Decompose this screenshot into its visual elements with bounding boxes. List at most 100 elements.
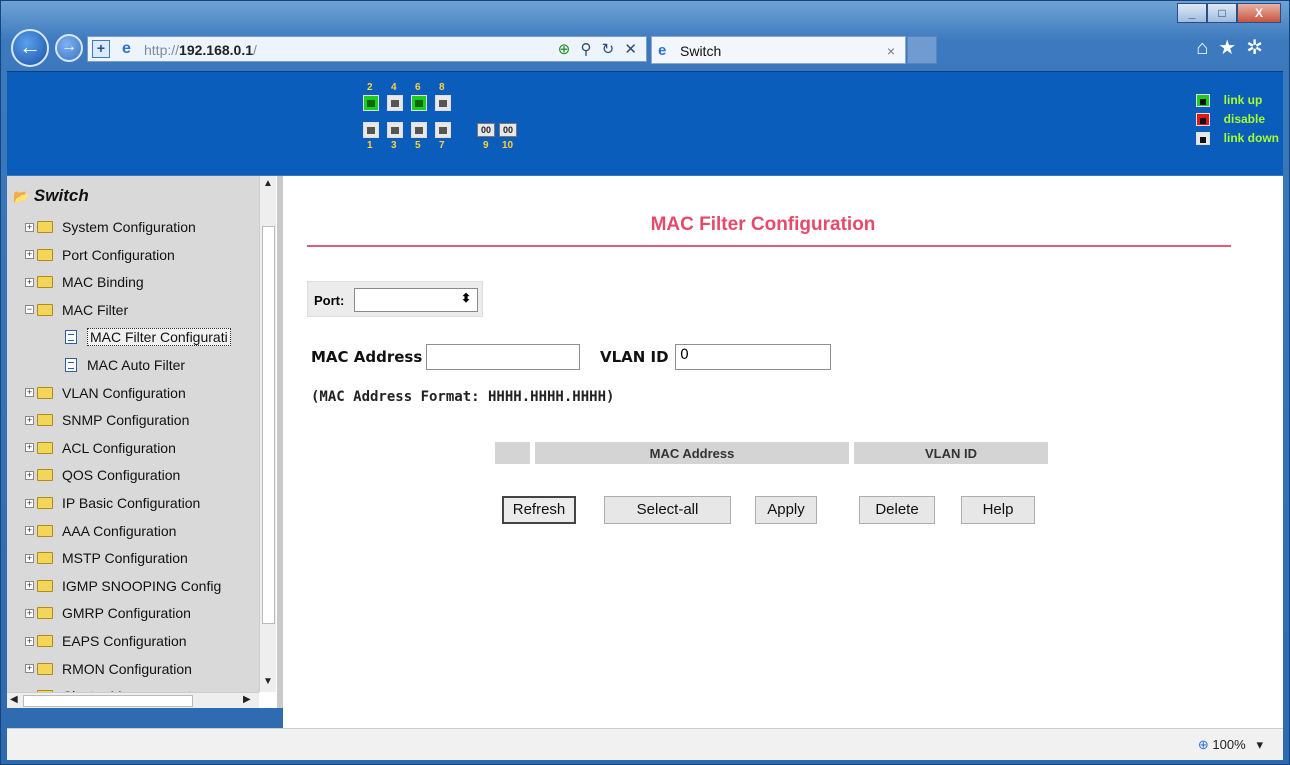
scroll-thumb[interactable] — [23, 695, 193, 707]
zoom-icon: ⊕ — [1197, 737, 1209, 752]
maximize-button[interactable]: □ — [1207, 3, 1237, 23]
expand-icon[interactable]: + — [25, 581, 34, 591]
expand-icon[interactable]: + — [25, 526, 34, 536]
scroll-right-icon[interactable]: ▶ — [243, 694, 251, 705]
vertical-scrollbar[interactable]: ▲ ▼ — [259, 176, 276, 692]
add-site-icon[interactable]: + — [92, 40, 110, 58]
expand-icon[interactable]: + — [25, 636, 34, 646]
ie-logo-icon: e — [122, 40, 131, 57]
tab-switch[interactable]: e Switch × — [651, 36, 906, 64]
port-number: 10 — [502, 140, 514, 151]
minimize-button[interactable]: _ — [1177, 3, 1207, 23]
address-bar[interactable]: + e http://192.168.0.1/ ⊕ ⚲ ↻ ✕ — [87, 36, 647, 62]
expand-icon[interactable]: + — [25, 415, 34, 425]
port-3-icon[interactable] — [387, 122, 403, 138]
search-icon[interactable]: ⚲ — [581, 41, 595, 58]
expand-icon[interactable]: + — [25, 498, 34, 508]
folder-open-icon — [37, 303, 53, 316]
expand-icon[interactable]: + — [25, 470, 34, 480]
zoom-control[interactable]: ⊕ 100% ▾ — [1198, 737, 1263, 753]
port-9-sfp-icon[interactable]: 00 — [477, 123, 495, 137]
scroll-down-icon[interactable]: ▼ — [263, 676, 273, 687]
port-7-icon[interactable] — [435, 122, 451, 138]
home-icon[interactable]: ⌂ — [1196, 37, 1218, 59]
folder-icon — [37, 441, 53, 454]
folder-icon — [37, 524, 53, 537]
favorites-star-icon[interactable]: ★ — [1218, 37, 1246, 59]
vlan-id-input[interactable]: 0 — [675, 344, 831, 370]
sidebar-item[interactable]: + RMON Configuration — [25, 658, 192, 680]
sidebar-item[interactable]: + GMRP Configuration — [25, 602, 191, 624]
scroll-thumb[interactable] — [262, 226, 275, 624]
expand-icon[interactable]: + — [25, 443, 34, 453]
scroll-left-icon[interactable]: ◀ — [10, 694, 18, 705]
sidebar: 📂 Switch + System Configuration + Port Conf… — [7, 176, 277, 708]
port-6-icon[interactable] — [411, 95, 427, 111]
new-tab-button[interactable] — [907, 36, 937, 64]
port-5-icon[interactable] — [411, 122, 427, 138]
expand-icon[interactable]: + — [25, 664, 34, 674]
port-number: 9 — [483, 140, 489, 151]
port-10-sfp-icon[interactable]: 00 — [499, 123, 517, 137]
sidebar-item[interactable]: + AAA Configuration — [25, 520, 176, 542]
expand-icon[interactable]: + — [25, 250, 34, 260]
sidebar-item-label: IP Basic Configuration — [62, 495, 201, 511]
sidebar-item[interactable]: + IGMP SNOOPING Config — [25, 575, 221, 597]
close-window-button[interactable]: X — [1237, 3, 1281, 23]
stop-icon[interactable]: ✕ — [624, 41, 640, 58]
select-column-header — [495, 442, 535, 464]
zoom-caret-icon[interactable]: ▾ — [1256, 737, 1263, 752]
expand-icon[interactable]: + — [25, 608, 34, 618]
sidebar-item[interactable]: + Port Configuration — [25, 244, 175, 266]
sidebar-item-label: GMRP Configuration — [62, 605, 191, 622]
horizontal-scrollbar[interactable]: ◀ ▶ — [7, 692, 259, 708]
folder-icon — [37, 386, 53, 399]
apply-button[interactable]: Apply — [755, 496, 817, 524]
back-button[interactable]: ← — [11, 29, 49, 67]
folder-icon — [37, 221, 53, 233]
sidebar-item[interactable]: + IP Basic Configuration — [25, 492, 200, 514]
compat-icon[interactable]: ⊕ — [558, 41, 574, 58]
sidebar-item[interactable]: + VLAN Configuration — [25, 382, 186, 404]
select-all-button[interactable]: Select-all — [604, 496, 731, 524]
port-2-icon[interactable] — [363, 95, 379, 111]
scroll-up-icon[interactable]: ▲ — [263, 178, 273, 189]
mac-format-hint: (MAC Address Format: HHHH.HHHH.HHHH) — [311, 389, 615, 405]
port-1-icon[interactable] — [363, 122, 379, 138]
expand-icon[interactable]: + — [25, 277, 34, 287]
sidebar-item[interactable]: + ACL Configuration — [25, 437, 176, 459]
port-number: 5 — [415, 140, 421, 151]
port-8-icon[interactable] — [435, 95, 451, 111]
sidebar-item[interactable]: MAC Filter Configurati — [65, 326, 231, 348]
delete-button[interactable]: Delete — [859, 496, 935, 524]
sidebar-item[interactable]: + SNMP Configuration — [25, 409, 189, 431]
help-button[interactable]: Help — [961, 496, 1035, 524]
tab-close-icon[interactable]: × — [887, 43, 895, 59]
forward-button[interactable]: → — [55, 34, 83, 62]
port-select[interactable]: ⬍ — [354, 288, 478, 312]
sidebar-item[interactable]: − MAC Filter — [25, 299, 128, 321]
sidebar-item[interactable]: +Cluster Management — [25, 685, 192, 692]
port-4-icon[interactable] — [387, 95, 403, 111]
port-number: 6 — [415, 82, 421, 93]
mac-address-input[interactable] — [426, 344, 580, 370]
folder-icon — [37, 276, 53, 289]
sidebar-item[interactable]: + QOS Configuration — [25, 464, 180, 486]
mac-filter-table: MAC Address VLAN ID — [495, 442, 1048, 464]
collapse-icon[interactable]: − — [25, 305, 34, 315]
address-tools: ⊕ ⚲ ↻ ✕ — [558, 40, 640, 58]
port-number: 7 — [439, 140, 445, 151]
refresh-icon[interactable]: ↻ — [602, 41, 618, 58]
tree-root[interactable]: 📂 Switch — [13, 186, 89, 206]
expand-icon[interactable]: + — [25, 222, 34, 232]
refresh-button[interactable]: Refresh — [502, 496, 576, 524]
sidebar-item[interactable]: + MAC Binding — [25, 271, 144, 293]
expand-icon[interactable]: + — [25, 553, 34, 563]
settings-gear-icon[interactable]: ✲ — [1246, 37, 1273, 59]
expand-icon[interactable]: + — [25, 388, 34, 398]
address-text[interactable]: http://192.168.0.1/ — [144, 42, 257, 58]
sidebar-item[interactable]: MAC Auto Filter — [65, 354, 185, 376]
sidebar-item[interactable]: + System Configuration — [25, 216, 196, 238]
sidebar-item[interactable]: + EAPS Configuration — [25, 630, 187, 652]
sidebar-item[interactable]: + MSTP Configuration — [25, 547, 188, 569]
